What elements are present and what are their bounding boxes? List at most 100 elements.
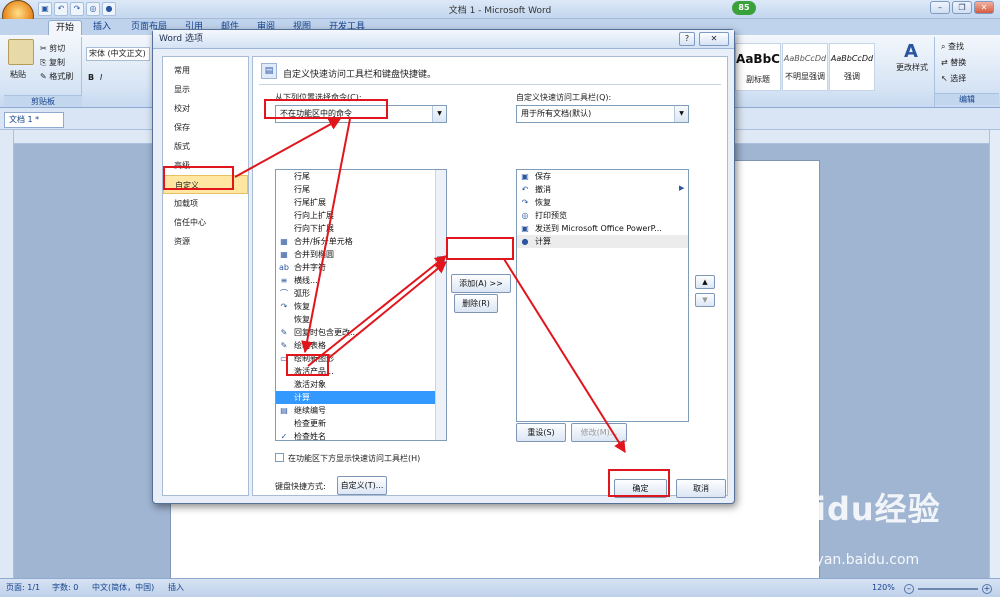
qat-item[interactable]: ● 计算: [517, 235, 688, 248]
zoom-out-icon[interactable]: –: [904, 584, 914, 594]
paste-icon[interactable]: [8, 39, 34, 65]
reset-button[interactable]: 重设(S): [516, 423, 566, 442]
command-icon: ab: [279, 263, 289, 272]
command-item[interactable]: 计算: [276, 391, 436, 404]
chevron-right-icon[interactable]: ▶: [679, 184, 684, 192]
annotation-choose-commands-box: [264, 99, 388, 119]
command-item[interactable]: ⌒ 弧形: [276, 287, 436, 300]
command-item[interactable]: ▦ 合并/拆分单元格: [276, 235, 436, 248]
document-tab[interactable]: 文档 1 *: [4, 112, 64, 128]
page-count[interactable]: 页面: 1/1: [6, 579, 40, 597]
format-painter-button[interactable]: ✎ 格式刷: [40, 71, 73, 82]
copy-button[interactable]: ⎘ 复制: [40, 57, 65, 68]
editing-group-label: 编辑: [935, 93, 999, 105]
zoom-in-icon[interactable]: +: [982, 584, 992, 594]
save-icon[interactable]: ▣: [38, 2, 52, 16]
command-item[interactable]: ✓ 检查姓名: [276, 430, 436, 440]
commands-scrollbar[interactable]: [435, 170, 446, 440]
dialog-close-button[interactable]: ✕: [699, 32, 729, 46]
replace-button[interactable]: ⇄ 替换: [941, 57, 966, 68]
style-subtle-emphasis[interactable]: AaBbCcDd 不明显强调: [782, 43, 828, 91]
nav-item[interactable]: 版式: [163, 137, 248, 156]
zoom-level[interactable]: 120%: [872, 579, 895, 597]
style-name: 副标题: [746, 75, 770, 84]
close-button[interactable]: ✕: [974, 1, 994, 14]
remove-button[interactable]: 删除(R): [454, 294, 498, 313]
customize-qat-combo[interactable]: 用于所有文档(默认) ▼: [516, 105, 689, 123]
chevron-down-icon[interactable]: ▼: [432, 106, 446, 122]
style-subtitle[interactable]: AaBbC 副标题: [735, 43, 781, 91]
editing-group: ⌕ 查找 ⇄ 替换 ↖ 选择 编辑: [934, 37, 999, 107]
style-preview: AaBbCcDd: [830, 54, 874, 63]
command-item[interactable]: 行向下扩展: [276, 222, 436, 235]
command-item[interactable]: 激活对象: [276, 378, 436, 391]
command-item[interactable]: 恢复: [276, 313, 436, 326]
calculate-icon[interactable]: ●: [102, 2, 116, 16]
modify-button[interactable]: 修改(M)...: [571, 423, 627, 442]
chevron-down-icon[interactable]: ▼: [674, 106, 688, 122]
font-name-combo[interactable]: 宋体 (中文正文): [86, 47, 150, 61]
nav-item[interactable]: 校对: [163, 99, 248, 118]
undo-icon[interactable]: ↶: [54, 2, 68, 16]
command-item[interactable]: ▦ 合并到椭圆: [276, 248, 436, 261]
language-status[interactable]: 中文(简体，中国): [92, 579, 154, 597]
qat-item[interactable]: ↶ 撤消: [517, 183, 688, 196]
show-below-checkbox[interactable]: [275, 453, 284, 462]
command-item[interactable]: 行向上扩展: [276, 209, 436, 222]
scroll-thumb[interactable]: [437, 256, 445, 264]
nav-item[interactable]: 常用: [163, 61, 248, 80]
change-styles-button[interactable]: A 更改样式: [896, 41, 928, 81]
insert-mode[interactable]: 插入: [168, 579, 184, 597]
qat-item[interactable]: ◎ 打印预览: [517, 209, 688, 222]
cut-button[interactable]: ✂ 剪切: [40, 43, 65, 54]
command-item[interactable]: ✎ 回复时包含更改...: [276, 326, 436, 339]
select-button[interactable]: ↖ 选择: [941, 73, 966, 84]
qat-item-label: 计算: [535, 237, 551, 246]
customize-keyboard-button[interactable]: 自定义(T)...: [337, 476, 387, 495]
paste-button[interactable]: 粘贴: [10, 69, 26, 80]
nav-item[interactable]: 资源: [163, 232, 248, 251]
commands-list[interactable]: 行尾 行尾 行尾扩展 行向上扩展 行向下扩展 ▦ 合并/拆分单元格 ▦ 合并到椭圆 ab 合并字符 ≡…: [275, 169, 447, 441]
word-count[interactable]: 字数: 0: [52, 579, 78, 597]
nav-item[interactable]: 加载项: [163, 194, 248, 213]
tab-home[interactable]: 开始: [48, 20, 83, 35]
command-item[interactable]: 行尾扩展: [276, 196, 436, 209]
qat-item[interactable]: ▣ 发送到 Microsoft Office PowerP...: [517, 222, 688, 235]
print-preview-icon[interactable]: ◎: [86, 2, 100, 16]
move-down-button[interactable]: ▼: [695, 293, 715, 307]
command-label: 弧形: [294, 289, 310, 298]
command-item[interactable]: ✎ 绘制表格: [276, 339, 436, 352]
command-label: 恢复: [294, 315, 310, 324]
command-item[interactable]: ab 合并字符: [276, 261, 436, 274]
help-button[interactable]: ?: [679, 32, 695, 46]
command-item[interactable]: 检查更新: [276, 417, 436, 430]
zoom-slider[interactable]: [918, 588, 978, 590]
cancel-button[interactable]: 取消: [676, 479, 726, 498]
redo-icon[interactable]: ↷: [70, 2, 84, 16]
tab-insert[interactable]: 插入: [86, 20, 118, 35]
style-emphasis[interactable]: AaBbCcDd 强调: [829, 43, 875, 91]
find-button[interactable]: ⌕ 查找: [941, 41, 964, 52]
qat-item[interactable]: ▣ 保存: [517, 170, 688, 183]
command-item[interactable]: 行尾: [276, 170, 436, 183]
command-item[interactable]: ↷ 恢复: [276, 300, 436, 313]
cut-label: 剪切: [49, 44, 66, 53]
minimize-button[interactable]: –: [930, 1, 950, 14]
nav-item[interactable]: 显示: [163, 80, 248, 99]
command-item[interactable]: 行尾: [276, 183, 436, 196]
nav-item[interactable]: 信任中心: [163, 213, 248, 232]
command-label: 合并字符: [294, 263, 326, 272]
command-label: 合并/拆分单元格: [294, 237, 353, 246]
vertical-scrollbar[interactable]: [989, 130, 1000, 578]
command-item[interactable]: ▤ 继续编号: [276, 404, 436, 417]
nav-item[interactable]: 保存: [163, 118, 248, 137]
restore-button[interactable]: ❐: [952, 1, 972, 14]
vertical-ruler: [0, 130, 14, 578]
bold-button[interactable]: B: [88, 73, 94, 82]
italic-button[interactable]: I: [100, 73, 102, 82]
add-button[interactable]: 添加(A) >>: [451, 274, 511, 293]
qat-list[interactable]: ▣ 保存 ↶ 撤消 ↷ 恢复 ◎ 打印预览 ▣ 发送到 Microsoft Office Powe…: [516, 169, 689, 422]
qat-item[interactable]: ↷ 恢复: [517, 196, 688, 209]
command-item[interactable]: ≡ 横线...: [276, 274, 436, 287]
move-up-button[interactable]: ▲: [695, 275, 715, 289]
